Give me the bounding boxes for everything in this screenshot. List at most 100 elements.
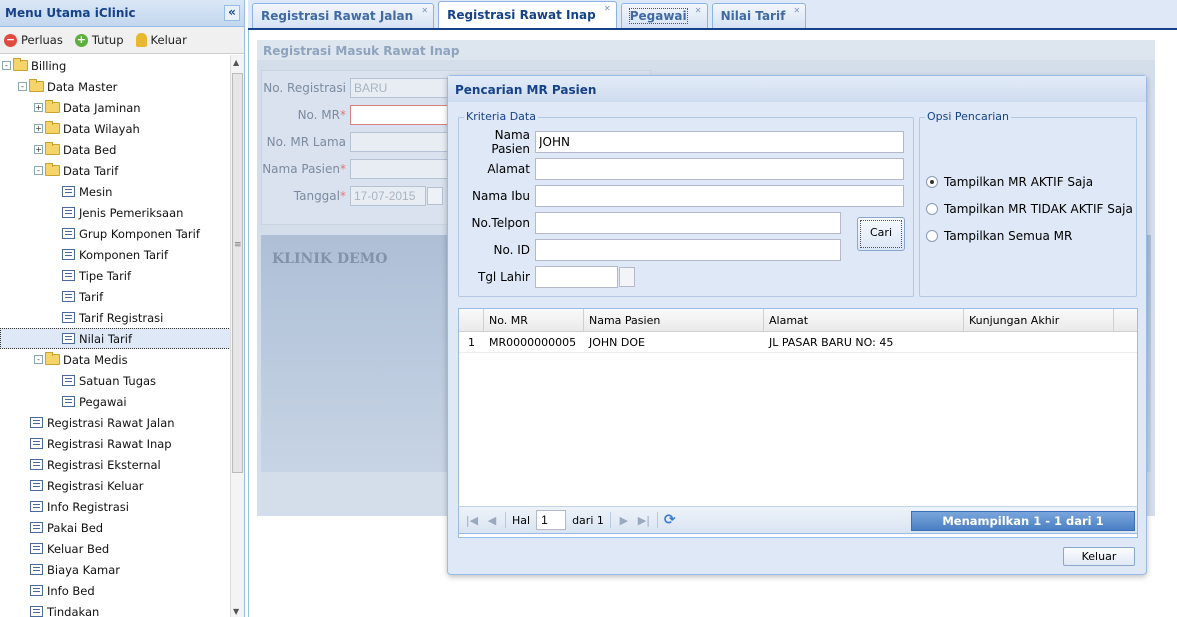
tree-item-satuan-tugas[interactable]: Satuan Tugas [0,370,231,391]
close-tab-icon[interactable]: ✕ [792,7,801,16]
logout-button[interactable]: Keluar [135,33,187,47]
radio-checked-icon[interactable] [926,176,938,188]
column-header-kunjungan-akhir[interactable]: Kunjungan Akhir [964,309,1114,331]
tanggal-field[interactable] [350,186,426,206]
no-id-search-input[interactable] [535,239,841,261]
dialog-title: Pencarian MR Pasien [448,76,1146,102]
cell-kunjungan-akhir [964,332,1114,352]
tree-item-info-registrasi[interactable]: Info Registrasi [0,496,231,517]
registration-form-title: Registrasi Masuk Rawat Inap [257,40,1155,60]
column-header-nama-pasien[interactable]: Nama Pasien [584,309,764,331]
tree-node-label: Data Tarif [63,163,119,178]
tgl-lahir-search-input[interactable] [535,266,618,288]
tree-item-tipe-tarif[interactable]: Tipe Tarif [0,265,231,286]
collapse-node-icon[interactable]: - [34,355,43,364]
tree-node-data-wilayah[interactable]: + Data Wilayah [0,118,231,139]
tab-registrasi-rawat-jalan[interactable]: Registrasi Rawat Jalan ✕ [252,3,435,28]
radio-unchecked-icon[interactable] [926,203,938,215]
tree-item-registrasi-keluar[interactable]: Registrasi Keluar [0,475,231,496]
tree-item-jenis-pemeriksaan[interactable]: Jenis Pemeriksaan [0,202,231,223]
nama-pasien-label: Nama Pasien* [262,162,350,176]
tree-scrollbar[interactable]: ▲ ≡ ▼ [230,55,244,617]
option-mr-tidak-aktif[interactable]: Tampilkan MR TIDAK AKTIF Saja [926,202,1133,216]
tab-registrasi-rawat-inap[interactable]: Registrasi Rawat Inap ✕ [438,1,617,28]
form-icon [62,312,75,323]
tree-node-data-master[interactable]: - Data Master [0,76,231,97]
tree-node-billing[interactable]: - Billing [0,55,231,76]
nama-pasien-field[interactable] [350,159,450,179]
main-menu-panel: Menu Utama iClinic « − Perluas + Tutup K… [0,0,245,617]
scroll-down-icon[interactable]: ▼ [233,607,239,616]
tree-item-registrasi-eksternal[interactable]: Registrasi Eksternal [0,454,231,475]
tree-item-komponen-tarif[interactable]: Komponen Tarif [0,244,231,265]
calendar-icon[interactable] [427,187,443,205]
collapse-all-button[interactable]: + Tutup [74,33,124,47]
tgl-lahir-search-label: Tgl Lahir [477,270,530,284]
option-mr-aktif[interactable]: Tampilkan MR AKTIF Saja [926,175,1093,189]
nama-pasien-label-text: Nama Pasien [262,162,340,176]
close-tab-icon[interactable]: ✕ [694,7,703,16]
radio-unchecked-icon[interactable] [926,230,938,242]
tree-item-biaya-kamar[interactable]: Biaya Kamar [0,559,231,580]
tree-item-keluar-bed[interactable]: Keluar Bed [0,538,231,559]
tree-item-pegawai[interactable]: Pegawai [0,391,231,412]
collapse-node-icon[interactable]: - [18,82,27,91]
tree-item-tarif[interactable]: Tarif [0,286,231,307]
tree-item-tindakan[interactable]: Tindakan [0,601,231,617]
collapse-node-icon[interactable]: - [34,166,43,175]
tree-node-data-bed[interactable]: + Data Bed [0,139,231,160]
collapse-node-icon[interactable]: - [2,61,11,70]
tree-node-label: Data Jaminan [63,100,141,115]
prev-page-icon[interactable]: ◀ [485,514,499,527]
alamat-search-label: Alamat [487,162,530,176]
tree-node-label: Data Wilayah [63,121,140,136]
tree-item-registrasi-rawat-jalan[interactable]: Registrasi Rawat Jalan [0,412,231,433]
expand-node-icon[interactable]: + [34,145,43,154]
tree-item-grup-komponen-tarif[interactable]: Grup Komponen Tarif [0,223,231,244]
tree-item-label: Registrasi Keluar [47,478,144,493]
search-button[interactable]: Cari [857,217,905,251]
tree-item-label: Biaya Kamar [47,562,121,577]
calendar-icon[interactable] [619,267,635,287]
no-telpon-search-label: No.Telpon [471,216,531,230]
alamat-search-input[interactable] [535,158,904,180]
form-icon [62,291,75,302]
scroll-up-icon[interactable]: ▲ [233,58,239,67]
no-mr-field[interactable] [350,105,450,125]
close-tab-icon[interactable]: ✕ [603,5,612,14]
collapse-panel-button[interactable]: « [224,5,240,21]
first-page-icon[interactable]: |◀ [465,514,479,527]
nama-ibu-search-input[interactable] [535,185,904,207]
column-header-alamat[interactable]: Alamat [764,309,964,331]
tree-item-pakai-bed[interactable]: Pakai Bed [0,517,231,538]
menu-tree: - Billing - Data Master + Data Jaminan +… [0,55,231,617]
last-page-icon[interactable]: ▶| [637,514,651,527]
tree-node-data-jaminan[interactable]: + Data Jaminan [0,97,231,118]
next-page-icon[interactable]: ▶ [617,514,631,527]
tree-item-info-bed[interactable]: Info Bed [0,580,231,601]
column-header-no-mr[interactable]: No. MR [484,309,584,331]
expand-all-button[interactable]: − Perluas [4,33,63,47]
expand-node-icon[interactable]: + [34,124,43,133]
expand-node-icon[interactable]: + [34,103,43,112]
close-tab-icon[interactable]: ✕ [420,7,429,16]
refresh-icon[interactable]: ⟳ [664,512,676,528]
tree-item-mesin[interactable]: Mesin [0,181,231,202]
no-registrasi-field[interactable] [350,78,450,98]
tree-item-registrasi-rawat-inap[interactable]: Registrasi Rawat Inap [0,433,231,454]
close-dialog-button[interactable]: Keluar [1063,547,1135,566]
tree-node-data-medis[interactable]: - Data Medis [0,349,231,370]
tree-item-tarif-registrasi[interactable]: Tarif Registrasi [0,307,231,328]
page-number-input[interactable] [536,510,567,530]
no-telpon-search-input[interactable] [535,212,841,234]
no-mr-lama-field[interactable] [350,132,450,152]
scrollbar-thumb[interactable] [232,73,243,473]
tab-nilai-tarif[interactable]: Nilai Tarif ✕ [711,3,807,28]
tree-node-data-tarif[interactable]: - Data Tarif [0,160,231,181]
table-row[interactable]: 1 MR0000000005 JOHN DOE JL PASAR BARU NO… [459,332,1137,353]
no-mr-label: No. MR* [262,108,350,122]
tree-item-nilai-tarif[interactable]: Nilai Tarif [0,328,231,349]
option-semua-mr[interactable]: Tampilkan Semua MR [926,229,1072,243]
tab-pegawai[interactable]: Pegawai ✕ [620,3,708,28]
nama-pasien-search-input[interactable] [535,131,904,153]
